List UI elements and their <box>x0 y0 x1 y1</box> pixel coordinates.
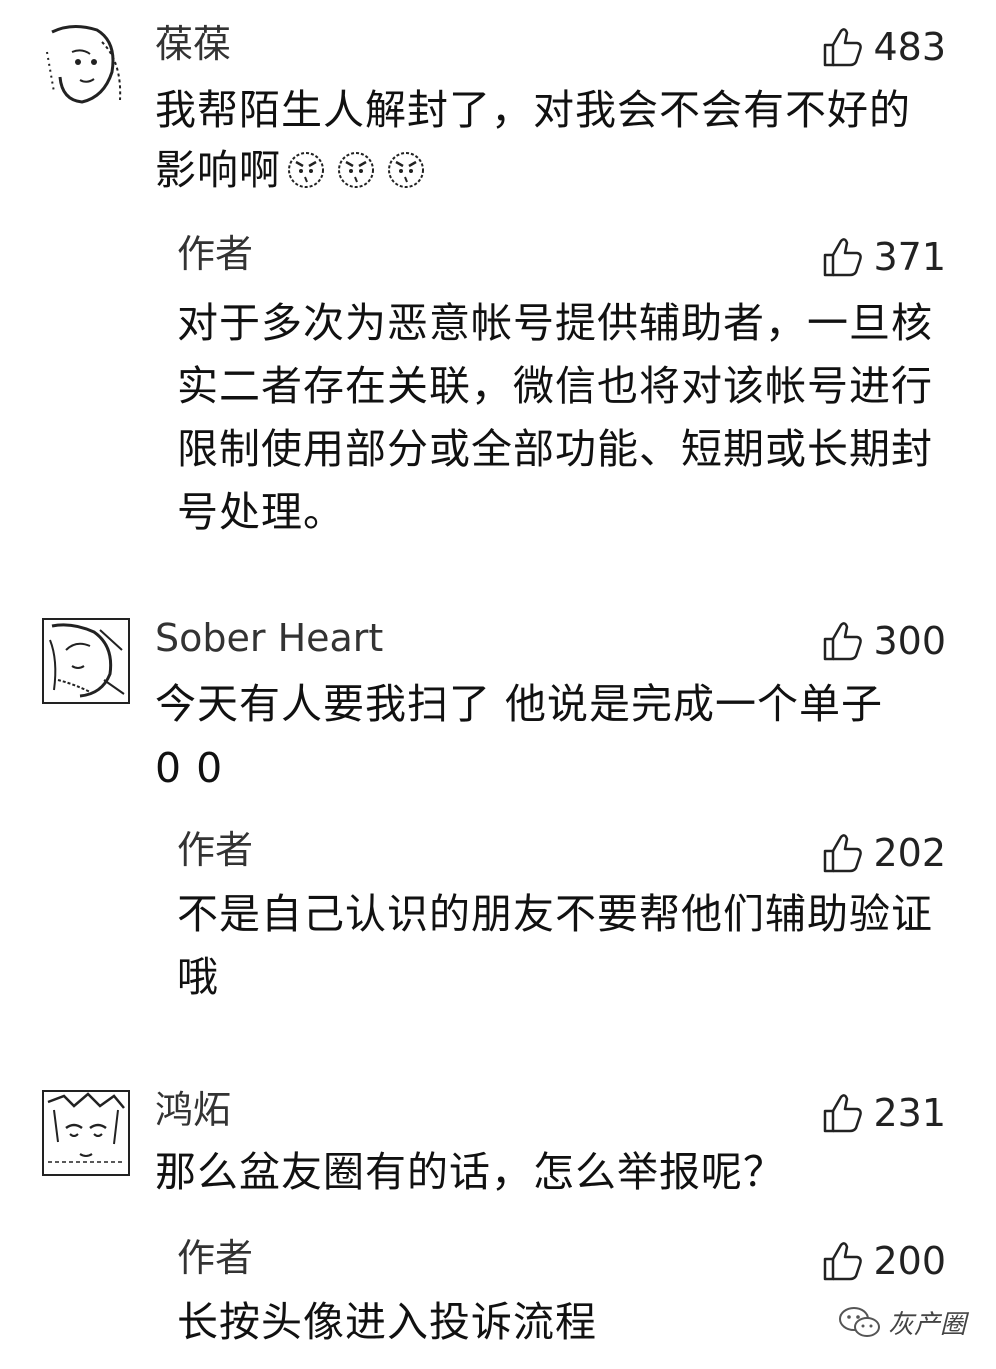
like-count: 300 <box>873 619 946 663</box>
watermark: 灰产圈 <box>838 1304 966 1341</box>
avatar-image <box>46 25 122 104</box>
like-button[interactable]: 200 <box>821 1236 946 1286</box>
thumbs-up-icon <box>824 834 863 873</box>
comment-text-line: 今天有人要我扫了 他说是完成一个单子 <box>155 680 884 728</box>
like-count: 483 <box>873 25 946 69</box>
like-count: 200 <box>873 1239 946 1283</box>
commenter-name[interactable]: Sober Heart <box>155 616 383 660</box>
like-button[interactable]: 371 <box>821 232 946 282</box>
like-count: 371 <box>873 235 946 279</box>
reply-text: 不是自己认识的朋友不要帮他们辅助验证哦 <box>177 890 933 1001</box>
wechat-icon <box>838 1306 880 1337</box>
like-button[interactable]: 483 <box>821 22 946 72</box>
reply-author-name: 作者 <box>177 828 254 872</box>
commenter-name[interactable]: 葆葆 <box>155 22 231 66</box>
avatar[interactable] <box>42 22 130 108</box>
like-button[interactable]: 300 <box>821 616 946 666</box>
angry-face-icon <box>381 146 431 190</box>
watermark-text: 灰产圈 <box>887 1310 966 1340</box>
thumbs-up-icon <box>824 622 863 661</box>
comment-text-line: 0 0 <box>155 744 224 792</box>
angry-face-icon <box>281 146 331 190</box>
reply-author-name: 作者 <box>177 232 254 276</box>
thumbs-up-icon <box>824 238 863 277</box>
commenter-name[interactable]: 鸿炻 <box>155 1088 231 1132</box>
avatar[interactable] <box>42 618 130 704</box>
thumbs-up-icon <box>824 28 863 67</box>
like-button[interactable]: 231 <box>821 1088 946 1138</box>
comment-text: 那么盆友圈有的话，怎么举报呢？ <box>155 1148 785 1196</box>
thumbs-up-icon <box>824 1094 863 1133</box>
comment-text: 今天有人要我扫了 他说是完成一个单子 0 0 <box>155 674 945 798</box>
avatar[interactable] <box>42 1090 130 1176</box>
angry-face-icon <box>331 146 381 190</box>
reply-text: 长按头像进入投诉流程 <box>177 1298 597 1346</box>
like-count: 202 <box>873 831 946 875</box>
like-count: 231 <box>873 1091 946 1135</box>
thumbs-up-icon <box>824 1242 863 1281</box>
reply-text: 对于多次为恶意帐号提供辅助者，一旦核实二者存在关联，微信也将对该帐号进行限制使用… <box>177 299 933 536</box>
reply-author-name: 作者 <box>177 1236 254 1280</box>
avatar-image <box>49 623 125 698</box>
like-button[interactable]: 202 <box>821 828 946 878</box>
comment-text-content: 我帮陌生人解封了，对我会不会有不好的影响啊 <box>155 86 911 194</box>
avatar-image <box>47 1092 125 1163</box>
comment-text: 我帮陌生人解封了，对我会不会有不好的影响啊 <box>155 80 945 200</box>
